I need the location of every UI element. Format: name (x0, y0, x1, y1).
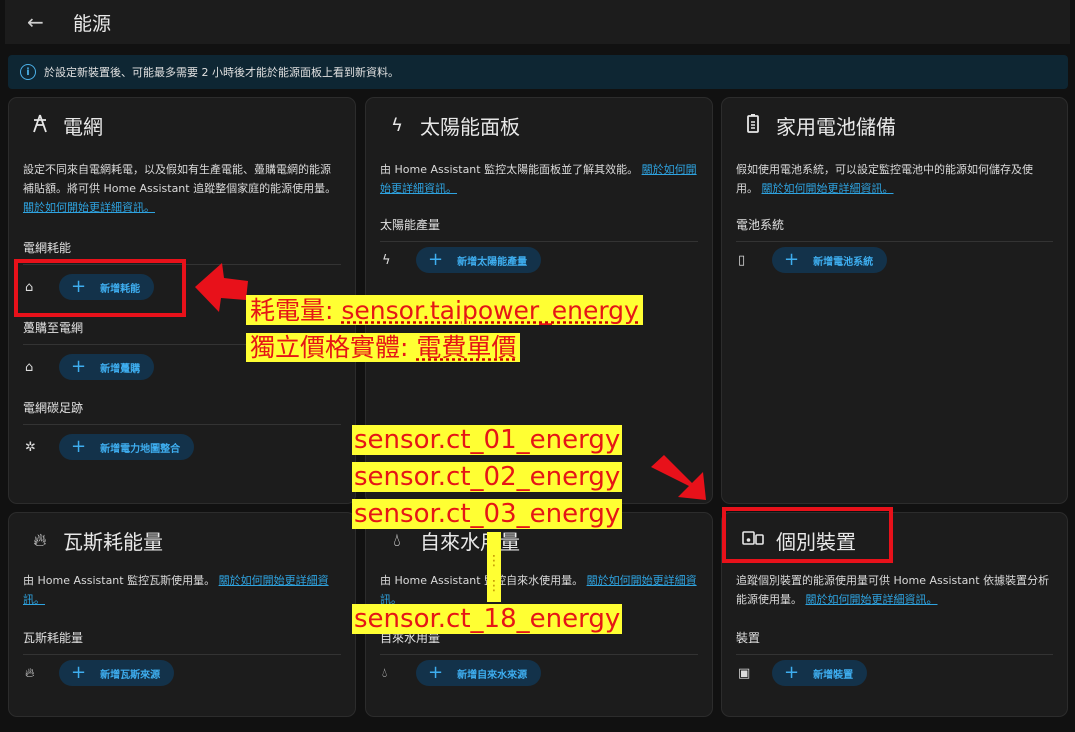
battery-card-title: 家用電池儲備 (776, 114, 896, 139)
annotation-box-devices (722, 507, 893, 563)
battery-card-description: 假如使用電池系統，可以設定監控電池中的能源如何儲存及使用。 關於如何開始更詳細資… (736, 163, 1033, 195)
water-card-title: 自來水用量 (420, 529, 520, 554)
gas-card: 🔥︎ 瓦斯耗能量 由 Home Assistant 監控瓦斯使用量。 關於如何開… (8, 512, 356, 717)
annotation-ct-03: sensor.ct_03_energy (352, 499, 623, 529)
battery-card: 家用電池儲備 假如使用電池系統，可以設定監控電池中的能源如何儲存及使用。 關於如… (721, 97, 1068, 504)
fire-icon: 🔥︎ (25, 665, 35, 681)
transmission-tower-icon (27, 113, 53, 138)
add-gas-source-button[interactable]: + 新增瓦斯來源 (59, 660, 175, 686)
gas-card-description: 由 Home Assistant 監控瓦斯使用量。 關於如何開始更詳細資訊。 (23, 574, 329, 606)
devices-learn-more-link[interactable]: 關於如何開始更詳細資訊。 (806, 593, 938, 606)
gas-card-title: 瓦斯耗能量 (63, 529, 163, 554)
add-device-button[interactable]: + 新增裝置 (772, 660, 868, 686)
battery-learn-more-link[interactable]: 關於如何開始更詳細資訊。 (762, 182, 894, 195)
add-water-source-button[interactable]: + 新增自來水來源 (416, 660, 542, 686)
grid-card-description: 設定不同來自電網耗電，以及假如有生產電能、躉購電網的能源補貼額。將可供 Home… (23, 163, 337, 214)
annotation-ct-02: sensor.ct_02_energy (352, 462, 623, 492)
add-battery-system-button[interactable]: + 新增電池系統 (772, 247, 888, 273)
grid-carbon-title: 電網碳足跡 (23, 399, 341, 425)
info-alert-text: 於設定新裝置後、可能最多需要 2 小時後才能於能源面板上看到新資料。 (44, 66, 399, 79)
add-carbon-integration-button[interactable]: + 新增電力地圖整合 (59, 434, 195, 460)
grid-card-title: 電網 (63, 114, 103, 139)
info-alert: i 於設定新裝置後、可能最多需要 2 小時後才能於能源面板上看到新資料。 (8, 55, 1068, 89)
solar-power-icon: ϟ (391, 114, 403, 136)
annotation-price: 獨立價格實體: 電費單價 (246, 333, 521, 362)
devices-card-description: 追蹤個別裝置的能源使用量可供 Home Assistant 依據裝置分析能源使用… (736, 574, 1050, 606)
battery-icon (740, 113, 766, 138)
add-return-button[interactable]: + 新增躉購 (59, 354, 155, 380)
grid-learn-more-link[interactable]: 關於如何開始更詳細資訊。 (23, 201, 155, 214)
annotation-consumption: 耗電量: sensor.taipower_energy (246, 295, 643, 325)
annotation-box-consumption (14, 259, 186, 317)
page-title: 能源 (73, 12, 112, 35)
info-icon: i (20, 64, 36, 80)
annotation-ct-01: sensor.ct_01_energy (352, 425, 623, 455)
solar-power-icon: ϟ (382, 252, 391, 268)
water-icon: 💧︎ (393, 529, 401, 551)
devices-icon: ▣ (738, 665, 751, 681)
arrow-left-icon[interactable]: ← (27, 10, 49, 34)
battery-icon: ▯ (738, 252, 746, 268)
annotation-ct-18: sensor.ct_18_energy (352, 604, 623, 634)
add-solar-production-button[interactable]: + 新增太陽能產量 (416, 247, 542, 273)
fire-icon: 🔥︎ (33, 529, 47, 551)
home-export-icon: ⌂ (25, 359, 34, 375)
top-app-bar: ← 能源 (5, 0, 1070, 44)
co2-icon: ✲ (25, 439, 36, 455)
solar-card-description: 由 Home Assistant 監控太陽能面板並了解其效能。 關於如何開始更詳… (380, 163, 697, 195)
water-icon: 💧︎ (382, 665, 388, 681)
solar-card-title: 太陽能面板 (420, 114, 520, 139)
